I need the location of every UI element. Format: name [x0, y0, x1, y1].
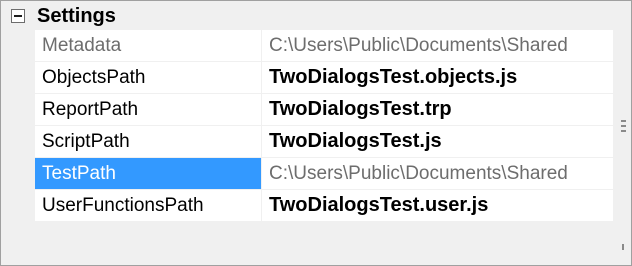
property-row-reportpath[interactable]: ReportPath TwoDialogsTest.trp [2, 94, 613, 126]
property-row-metadata[interactable]: Metadata C:\Users\Public\Documents\Share… [2, 30, 613, 62]
resize-tick-icon [622, 244, 624, 250]
property-rows: Settings Metadata C:\Users\Public\Docume… [2, 2, 613, 222]
row-gutter [2, 94, 35, 125]
property-value[interactable]: TwoDialogsTest.js [262, 126, 613, 157]
splitter-grip-icon[interactable] [621, 120, 626, 134]
property-value[interactable]: C:\Users\Public\Documents\Shared [262, 158, 613, 189]
property-name[interactable]: UserFunctionsPath [35, 190, 262, 221]
property-row-scriptpath[interactable]: ScriptPath TwoDialogsTest.js [2, 126, 613, 158]
property-value[interactable]: TwoDialogsTest.objects.js [262, 62, 613, 93]
property-name[interactable]: ObjectsPath [35, 62, 262, 93]
property-row-userfunctionspath[interactable]: UserFunctionsPath TwoDialogsTest.user.js [2, 190, 613, 222]
category-settings[interactable]: Settings [2, 2, 613, 30]
property-name[interactable]: Metadata [35, 30, 262, 61]
row-gutter [2, 30, 35, 61]
row-gutter [2, 190, 35, 221]
collapse-minus-icon[interactable] [11, 9, 25, 23]
property-row-objectspath[interactable]: ObjectsPath TwoDialogsTest.objects.js [2, 62, 613, 94]
property-grid: Settings Metadata C:\Users\Public\Docume… [0, 0, 632, 266]
property-name[interactable]: ReportPath [35, 94, 262, 125]
property-name[interactable]: TestPath [35, 158, 262, 189]
property-value[interactable]: C:\Users\Public\Documents\Shared [262, 30, 613, 61]
property-row-testpath[interactable]: TestPath C:\Users\Public\Documents\Share… [2, 158, 613, 190]
row-gutter [2, 62, 35, 93]
splitter-edge[interactable] [613, 2, 630, 264]
property-name[interactable]: ScriptPath [35, 126, 262, 157]
property-value[interactable]: TwoDialogsTest.trp [262, 94, 613, 125]
row-gutter [2, 126, 35, 157]
category-label: Settings [37, 4, 116, 27]
row-gutter [2, 158, 35, 189]
property-value[interactable]: TwoDialogsTest.user.js [262, 190, 613, 221]
